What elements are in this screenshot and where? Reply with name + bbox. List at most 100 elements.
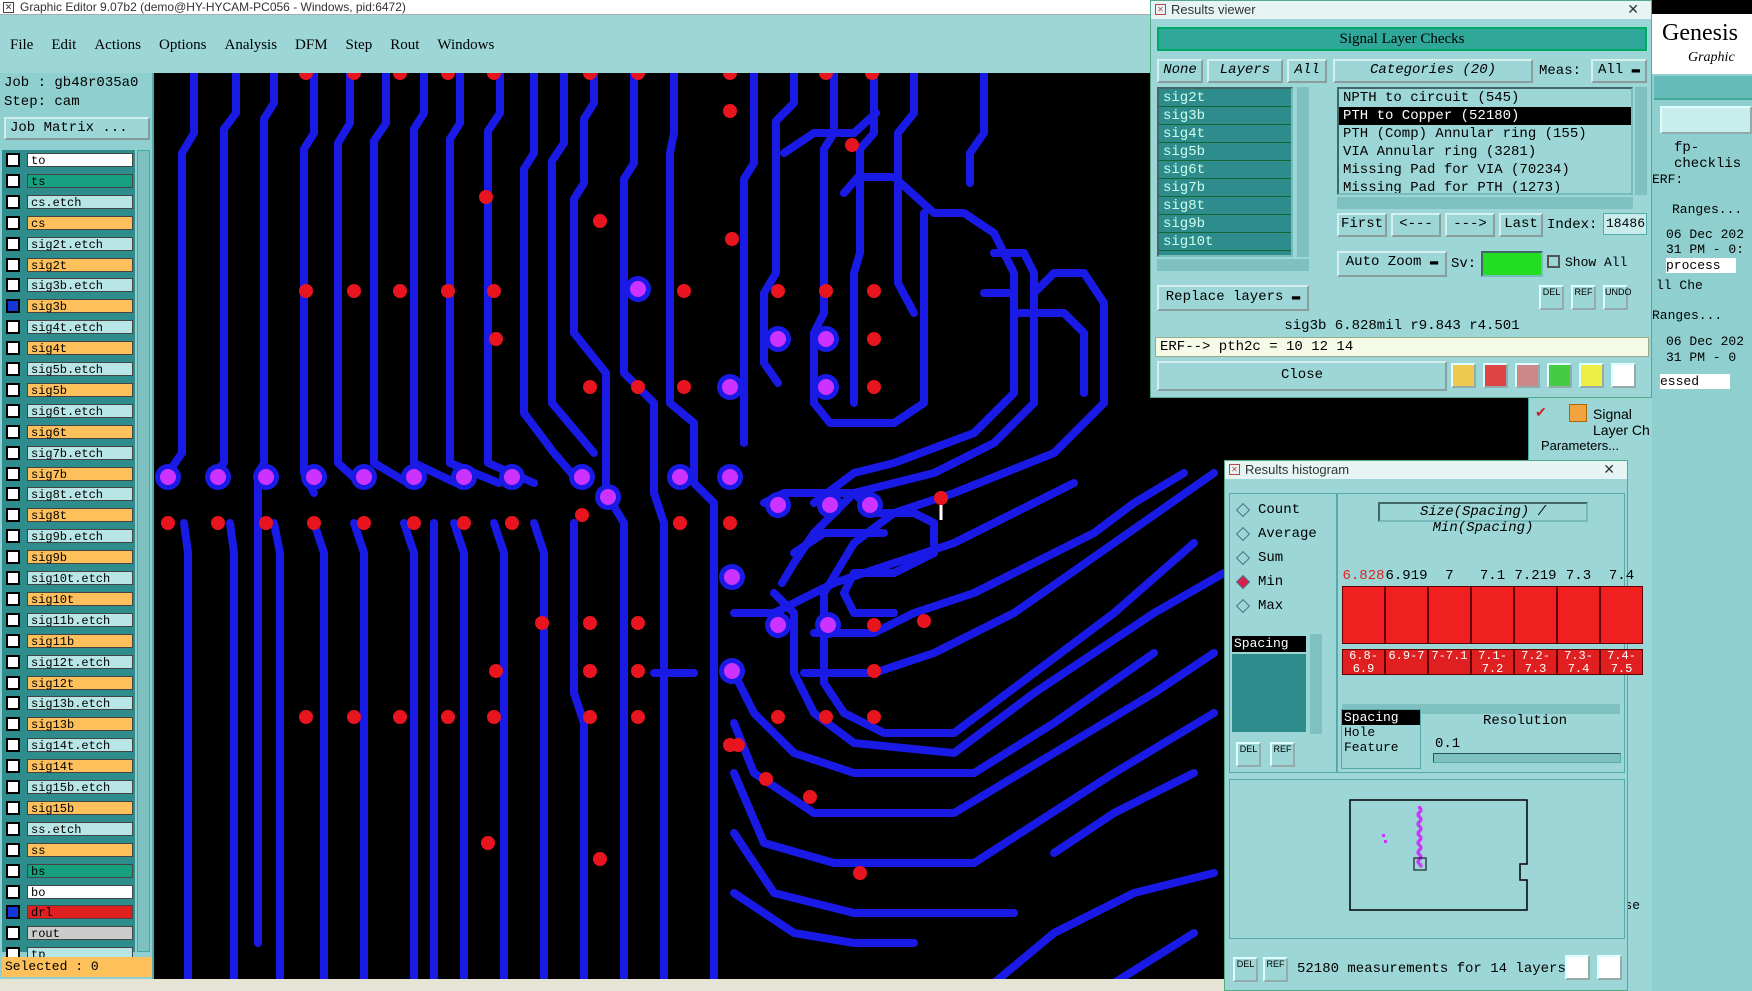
board-minimap[interactable]	[1330, 792, 1530, 922]
layer-name[interactable]: ss	[27, 842, 133, 858]
hist-del-button[interactable]: DEL	[1236, 742, 1261, 767]
layer-checkbox[interactable]	[6, 738, 20, 753]
layer-name[interactable]: sig9b.etch	[27, 529, 133, 544]
menu-step[interactable]: Step	[346, 37, 373, 54]
layer-name[interactable]: bo	[27, 884, 133, 900]
layer-name[interactable]: sig8t	[27, 508, 133, 523]
layer-checkbox[interactable]	[6, 926, 20, 941]
layer-row[interactable]: rout	[6, 925, 133, 941]
layer-checkbox[interactable]	[6, 487, 20, 502]
layer-row[interactable]: ts	[6, 173, 133, 189]
layer-checkbox[interactable]	[6, 215, 20, 230]
layer-row[interactable]: sig8t.etch	[6, 486, 133, 502]
layer-row[interactable]: sig2t	[6, 257, 133, 273]
layer-row[interactable]: sig7b	[6, 466, 133, 482]
layer-row[interactable]: sig13b	[6, 716, 133, 732]
layer-row[interactable]: sig4t	[6, 340, 133, 356]
layer-row[interactable]: sig12t	[6, 675, 133, 691]
prev-button[interactable]: <---	[1391, 213, 1441, 237]
layer-row[interactable]: cs	[6, 215, 133, 231]
first-button[interactable]: First	[1337, 213, 1387, 237]
layer-name[interactable]: sig6t	[27, 424, 133, 440]
tool-icon-3[interactable]	[1515, 363, 1540, 388]
layer-row[interactable]: sig11b	[6, 633, 133, 649]
layer-row[interactable]: bo	[6, 884, 133, 900]
layer-checkbox[interactable]	[6, 696, 20, 711]
auto-zoom-dropdown[interactable]: Auto Zoom ▬	[1337, 251, 1447, 277]
ref-button[interactable]: REF	[1571, 285, 1596, 310]
results-layer-item[interactable]: sig8t	[1159, 197, 1291, 215]
layers-button[interactable]: Layers	[1207, 59, 1283, 83]
category-item[interactable]: Missing Pad for VIA (70234)	[1339, 161, 1631, 179]
layer-name[interactable]: sig5b	[27, 382, 133, 398]
tool-icon-1[interactable]	[1451, 363, 1476, 388]
measure-item[interactable]: Spacing	[1232, 636, 1306, 652]
close-icon[interactable]: ✕	[1627, 1, 1639, 18]
tool-icon-2[interactable]	[1483, 363, 1508, 388]
layer-checkbox[interactable]	[6, 299, 20, 314]
category-scrollbar-h[interactable]	[1337, 197, 1633, 209]
close-button[interactable]: Close	[1157, 361, 1447, 391]
close-icon[interactable]: ✕	[1603, 461, 1615, 478]
layer-checkbox[interactable]	[6, 780, 20, 794]
category-scrollbar-v[interactable]	[1635, 87, 1647, 195]
layer-name[interactable]: to	[27, 153, 133, 168]
mode-average[interactable]: Average	[1235, 526, 1317, 542]
layer-checkbox[interactable]	[6, 675, 20, 690]
layer-checkbox[interactable]	[6, 529, 20, 544]
layer-name[interactable]: cs.etch	[27, 194, 133, 210]
chart-icon[interactable]	[1565, 955, 1590, 980]
all-button[interactable]: All	[1287, 59, 1327, 83]
layer-row[interactable]: to	[6, 152, 133, 168]
measure-scrollbar[interactable]	[1310, 634, 1322, 734]
layer-name[interactable]: sig14t	[27, 759, 133, 774]
layer-name[interactable]: rout	[27, 926, 133, 941]
resolution-slider[interactable]	[1433, 753, 1621, 763]
results-layer-list[interactable]: sig2t sig3b sig4t sig5b sig6t sig7b sig8t sig9b…	[1157, 87, 1293, 257]
layer-checkbox[interactable]	[6, 842, 20, 857]
category-item[interactable]: VIA Annular ring (3281)	[1339, 143, 1631, 161]
next-button[interactable]: --->	[1445, 213, 1495, 237]
last-button[interactable]: Last	[1499, 213, 1543, 237]
menu-windows[interactable]: Windows	[437, 37, 494, 54]
layer-row[interactable]: sig9b	[6, 549, 133, 565]
layer-checkbox[interactable]	[6, 571, 20, 585]
layer-row[interactable]: sig14t.etch	[6, 737, 133, 753]
layer-row[interactable]: ss.etch	[6, 821, 133, 837]
bottom-del-button[interactable]: DEL	[1233, 957, 1258, 982]
menu-dfm[interactable]: DFM	[295, 37, 328, 54]
layer-name[interactable]: cs	[27, 215, 133, 231]
layer-row[interactable]: sig2t.etch	[6, 236, 133, 252]
show-all-checkbox[interactable]	[1547, 255, 1560, 268]
layer-checkbox[interactable]	[6, 508, 20, 523]
layer-name[interactable]: ss.etch	[27, 821, 133, 837]
bg-ranges-1[interactable]: Ranges...	[1672, 202, 1742, 217]
results-layer-item[interactable]: sig2t	[1159, 89, 1291, 107]
layer-name[interactable]: sig4t.etch	[27, 320, 133, 335]
layer-row[interactable]: sig3b.etch	[6, 277, 133, 293]
tool-icon-4[interactable]	[1547, 363, 1572, 388]
layer-name[interactable]: sig15b.etch	[27, 780, 133, 795]
chart-icon-2[interactable]	[1597, 955, 1622, 980]
layer-name[interactable]: sig11b	[27, 633, 133, 649]
layer-row[interactable]: sig7b.etch	[6, 445, 133, 461]
meas-dropdown[interactable]: All ▬	[1591, 59, 1647, 83]
layer-name[interactable]: sig7b.etch	[27, 445, 133, 461]
layer-checkbox[interactable]	[6, 717, 20, 732]
category-item[interactable]: Missing Pad for PTH (1273)	[1339, 179, 1631, 193]
mode-count[interactable]: Count	[1235, 502, 1300, 518]
sv-color-swatch[interactable]	[1481, 251, 1543, 277]
histogram-bar[interactable]	[1557, 586, 1600, 644]
mode-max[interactable]: Max	[1235, 598, 1283, 614]
layer-checkbox[interactable]	[6, 550, 20, 565]
bg-ranges-2[interactable]: Ranges...	[1652, 308, 1722, 323]
layer-row[interactable]: drl	[6, 904, 133, 920]
signal-layer-check-item[interactable]: Signal Layer Ch	[1593, 406, 1652, 438]
histogram-bar[interactable]	[1600, 586, 1643, 644]
layer-checkbox[interactable]	[6, 362, 20, 376]
layer-checkbox[interactable]	[6, 759, 20, 774]
layer-checkbox[interactable]	[6, 173, 20, 188]
layer-row[interactable]: sig11b.etch	[6, 612, 133, 628]
layer-name[interactable]: sig5b.etch	[27, 362, 133, 377]
menu-rout[interactable]: Rout	[390, 37, 419, 54]
